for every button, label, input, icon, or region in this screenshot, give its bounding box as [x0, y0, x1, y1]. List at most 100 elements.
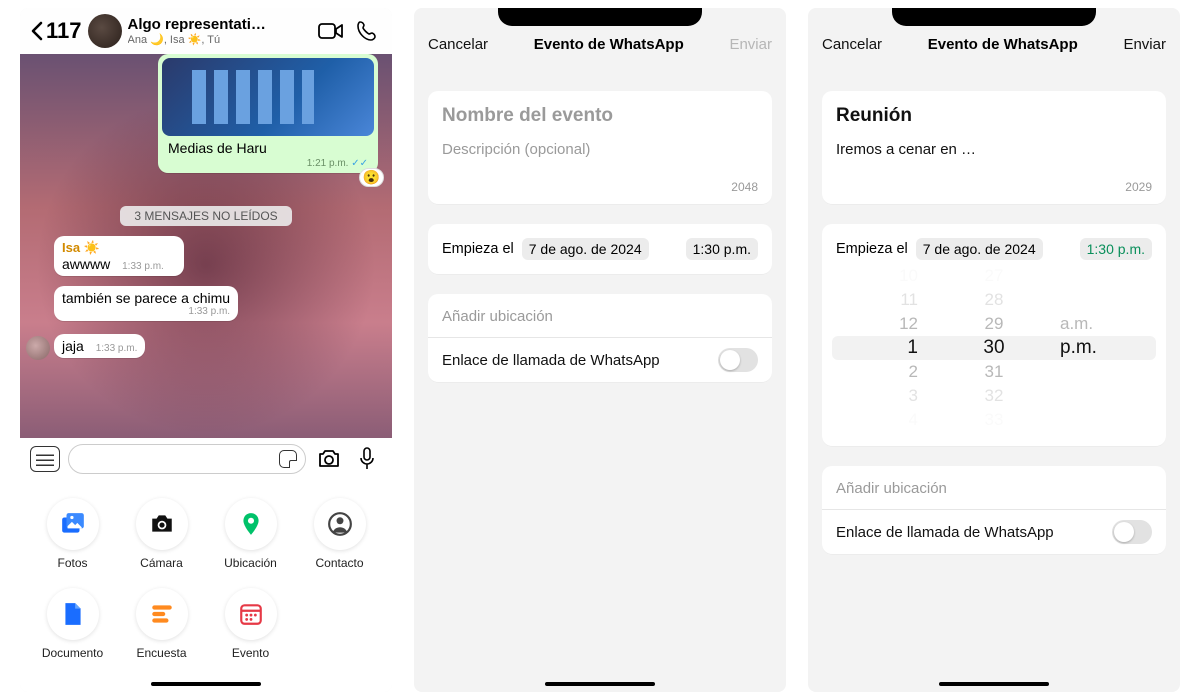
attach-location[interactable]: Ubicación	[208, 498, 293, 570]
screen-event-filled: Cancelar Evento de WhatsApp Enviar Reuni…	[808, 8, 1180, 692]
message-text: awwww	[62, 256, 110, 272]
attach-label: Ubicación	[224, 556, 277, 570]
event-extras-card: Añadir ubicación Enlace de llamada de Wh…	[428, 294, 772, 382]
screen-event-blank: Cancelar Evento de WhatsApp Enviar Nombr…	[414, 8, 786, 692]
message-time: 1:33 p.m.	[70, 306, 230, 317]
camera-button[interactable]	[314, 444, 344, 474]
attach-label: Documento	[42, 646, 103, 660]
home-indicator[interactable]	[151, 682, 261, 686]
attach-label: Contacto	[315, 556, 363, 570]
chat-title-block[interactable]: Algo representati… Ana 🌙, Isa ☀️, Tú	[128, 16, 311, 46]
modal-body: Reunión Iremos a cenar en … 2029 Empieza…	[808, 63, 1180, 692]
event-start-card: Empieza el 7 de ago. de 2024 1:30 p.m.	[428, 224, 772, 274]
send-button[interactable]: Enviar	[729, 36, 772, 53]
message-incoming[interactable]: también se parece a chimu 1:33 p.m.	[54, 286, 238, 321]
avatar[interactable]	[88, 14, 122, 48]
time-pill[interactable]: 1:30 p.m.	[1080, 238, 1152, 260]
message-input[interactable]	[68, 444, 306, 474]
sticker-icon[interactable]	[279, 450, 297, 468]
chat-header: 117 Algo representati… Ana 🌙, Isa ☀️, Tú	[20, 8, 392, 54]
video-icon	[318, 22, 344, 40]
reaction-badge[interactable]: 😮	[359, 168, 384, 187]
attach-contact[interactable]: Contacto	[297, 498, 382, 570]
event-extras-card: Añadir ubicación Enlace de llamada de Wh…	[822, 466, 1166, 554]
message-incoming[interactable]: jaja 1:33 p.m.	[54, 334, 145, 358]
unread-divider: 3 MENSAJES NO LEÍDOS	[20, 206, 392, 226]
char-counter: 2048	[442, 180, 758, 194]
event-desc-input[interactable]: Iremos a cenar en …	[836, 141, 1152, 158]
call-link-label: Enlace de llamada de WhatsApp	[836, 524, 1054, 541]
attachment-sheet: Fotos Cámara Ubicación Contacto Document…	[20, 480, 392, 692]
event-name-card: Reunión Iremos a cenar en … 2029	[822, 91, 1166, 204]
location-input[interactable]: Añadir ubicación	[442, 296, 758, 337]
mic-icon	[359, 447, 375, 471]
date-pill[interactable]: 7 de ago. de 2024	[522, 238, 649, 260]
voice-call-button[interactable]	[352, 16, 382, 46]
message-text: jaja	[62, 338, 84, 354]
mic-button[interactable]	[352, 444, 382, 474]
message-caption: Medias de Haru	[162, 136, 374, 158]
event-start-card: Empieza el 7 de ago. de 2024 1:30 p.m. 1…	[822, 224, 1166, 446]
attach-event[interactable]: Evento	[208, 588, 293, 660]
contact-icon	[327, 511, 353, 537]
start-label: Empieza el	[836, 241, 908, 257]
camera-icon	[149, 511, 175, 537]
call-link-toggle[interactable]	[718, 348, 758, 372]
chat-title: Algo representati…	[128, 16, 311, 33]
message-time: 1:33 p.m.	[96, 343, 138, 354]
modal-title: Evento de WhatsApp	[534, 36, 684, 53]
photos-icon	[60, 511, 86, 537]
poll-icon	[149, 601, 175, 627]
back-button[interactable]: 117	[30, 18, 82, 44]
camera-icon	[317, 449, 341, 469]
char-counter: 2029	[836, 180, 1152, 194]
modal-header: Cancelar Evento de WhatsApp Enviar	[808, 26, 1180, 63]
document-icon	[60, 601, 86, 627]
avatar[interactable]	[26, 336, 50, 360]
keyboard-button[interactable]	[30, 446, 60, 472]
attach-label: Evento	[232, 646, 269, 660]
attach-photos[interactable]: Fotos	[30, 498, 115, 570]
chat-subtitle: Ana 🌙, Isa ☀️, Tú	[128, 33, 311, 46]
attach-camera[interactable]: Cámara	[119, 498, 204, 570]
calendar-icon	[238, 601, 264, 627]
input-bar	[20, 438, 392, 480]
message-image[interactable]	[162, 58, 374, 136]
chat-body[interactable]: Medias de Haru 1:21 p.m. ✓✓ 😮 3 MENSAJES…	[20, 54, 392, 438]
cancel-button[interactable]: Cancelar	[822, 36, 882, 53]
call-link-toggle[interactable]	[1112, 520, 1152, 544]
message-time: 1:33 p.m.	[122, 261, 164, 272]
attach-document[interactable]: Documento	[30, 588, 115, 660]
attach-poll[interactable]: Encuesta	[119, 588, 204, 660]
start-label: Empieza el	[442, 241, 514, 257]
phone-icon	[356, 20, 378, 42]
message-sender: Isa ☀️	[62, 240, 176, 256]
attach-label: Fotos	[57, 556, 87, 570]
chevron-left-icon	[30, 21, 44, 41]
attach-label: Cámara	[140, 556, 183, 570]
screen-chat: 117 Algo representati… Ana 🌙, Isa ☀️, Tú…	[20, 8, 392, 692]
message-time: 1:21 p.m. ✓✓	[162, 158, 374, 169]
message-outgoing[interactable]: Medias de Haru 1:21 p.m. ✓✓ 😮	[158, 54, 378, 173]
time-picker[interactable]: 1027 1128 1229a.m. 130p.m. 231 332 433	[832, 264, 1156, 432]
home-indicator[interactable]	[545, 682, 655, 686]
video-call-button[interactable]	[316, 16, 346, 46]
event-name-card: Nombre del evento Descripción (opcional)…	[428, 91, 772, 204]
back-count: 117	[46, 18, 82, 44]
message-incoming[interactable]: Isa ☀️ awwww 1:33 p.m.	[54, 236, 184, 276]
send-button[interactable]: Enviar	[1123, 36, 1166, 53]
location-pin-icon	[238, 511, 264, 537]
modal-body: Nombre del evento Descripción (opcional)…	[414, 63, 786, 692]
location-input[interactable]: Añadir ubicación	[836, 468, 1152, 509]
call-link-label: Enlace de llamada de WhatsApp	[442, 352, 660, 369]
date-pill[interactable]: 7 de ago. de 2024	[916, 238, 1043, 260]
notch	[498, 8, 703, 26]
event-desc-input[interactable]: Descripción (opcional)	[442, 141, 758, 158]
event-name-input[interactable]: Reunión	[836, 105, 1152, 127]
attach-label: Encuesta	[136, 646, 186, 660]
time-pill[interactable]: 1:30 p.m.	[686, 238, 758, 260]
home-indicator[interactable]	[939, 682, 1049, 686]
event-name-input[interactable]: Nombre del evento	[442, 105, 758, 127]
modal-title: Evento de WhatsApp	[928, 36, 1078, 53]
cancel-button[interactable]: Cancelar	[428, 36, 488, 53]
